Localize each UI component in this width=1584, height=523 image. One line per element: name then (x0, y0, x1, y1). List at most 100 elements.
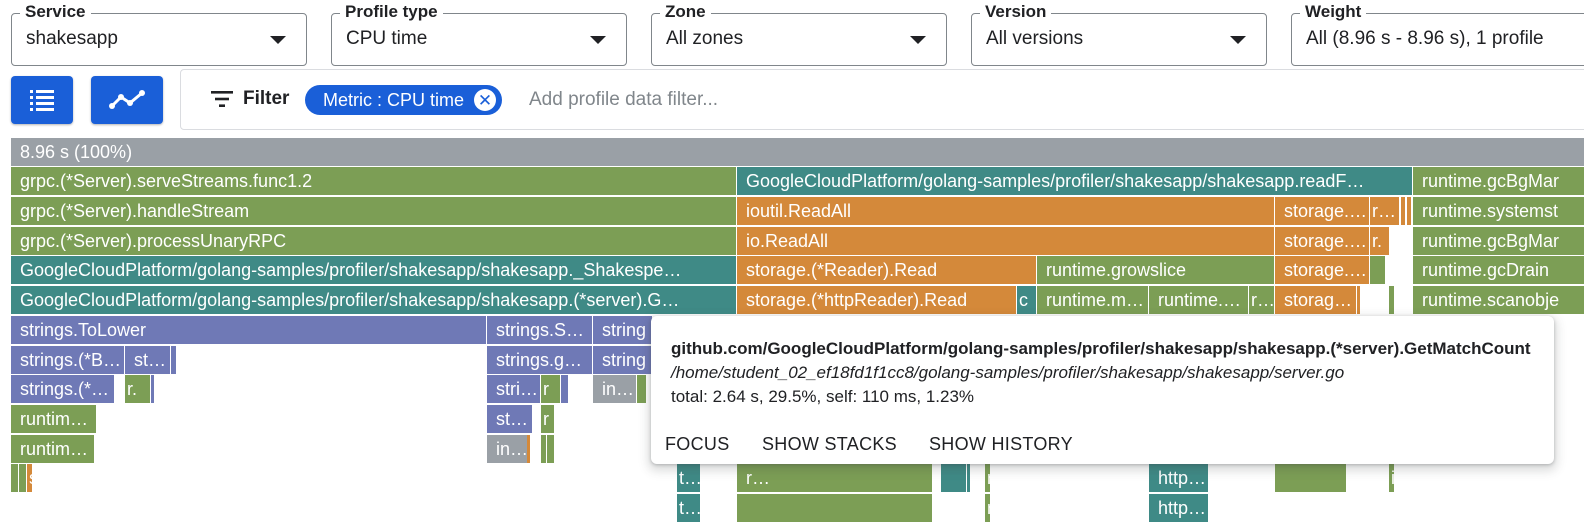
flame-frame[interactable]: r. (125, 375, 151, 404)
flame-frame[interactable]: in… (593, 375, 637, 404)
flame-frame[interactable] (1357, 286, 1361, 315)
profile-type-label: Profile type (340, 2, 443, 22)
flame-frame[interactable]: runtime.scanobje (1413, 286, 1584, 315)
flame-frame[interactable] (171, 346, 177, 375)
line-chart-icon (109, 90, 145, 109)
flame-frame[interactable]: strings.ge… (487, 346, 593, 375)
flame-frame[interactable]: st… (125, 346, 171, 375)
flame-frame[interactable]: GoogleCloudPlatform/golang-samples/profi… (11, 286, 737, 315)
flame-frame[interactable]: string (593, 316, 653, 345)
flame-frame[interactable]: tls.(*Conn).writeRec… (677, 494, 701, 523)
flame-frame[interactable]: string (593, 346, 653, 375)
flame-frame[interactable]: http.(… (1149, 464, 1209, 493)
service-select[interactable]: Service shakesapp (11, 2, 307, 66)
chip-key: Metric (323, 89, 372, 110)
focus-button[interactable]: FOCUS (665, 434, 730, 455)
flame-frame[interactable]: GoogleCloudPlatform/golang-samples/profi… (11, 256, 737, 285)
flame-frame[interactable] (19, 464, 27, 493)
flame-frame[interactable]: strings.(*B… (11, 346, 125, 375)
flame-frame[interactable]: r… (1370, 197, 1400, 226)
weight-label: Weight (1300, 2, 1367, 22)
zone-value: All zones (666, 28, 744, 49)
flame-frame[interactable]: runtime.growslice (1037, 256, 1275, 285)
flame-frame[interactable] (637, 375, 647, 404)
flame-root[interactable]: 8.96 s (100%) (11, 138, 1584, 167)
flame-frame[interactable]: r… (1249, 286, 1275, 315)
flame-frame[interactable]: i… (1389, 464, 1395, 493)
flame-frame[interactable]: runtime.systemst (1413, 197, 1584, 226)
service-label: Service (20, 2, 91, 22)
version-label: Version (980, 2, 1052, 22)
flame-frame[interactable] (561, 375, 569, 404)
flame-frame[interactable]: r (541, 405, 555, 434)
list-view-button[interactable] (11, 76, 73, 124)
chevron-down-icon (910, 36, 926, 44)
flame-frame[interactable]: storage.… (1275, 227, 1370, 256)
tooltip-file-path: /home/student_02_ef18fd1f1cc8/golang-sam… (671, 363, 1345, 382)
filter-icon (211, 91, 233, 107)
flame-frame[interactable] (941, 464, 967, 493)
flame-frame[interactable]: runtime.gcBgMar (1413, 227, 1584, 256)
flame-frame[interactable]: stri… (487, 375, 541, 404)
flame-frame[interactable] (1401, 197, 1406, 226)
filter-bar: Filter Metric : CPU time ✕ (180, 69, 1584, 130)
flame-frame[interactable]: storage.… (1275, 256, 1370, 285)
chevron-down-icon (270, 36, 286, 44)
flame-frame[interactable]: runt… (985, 464, 991, 493)
flame-frame[interactable] (547, 435, 555, 464)
flame-frame[interactable]: r (541, 375, 561, 404)
flame-frame[interactable]: runtime.… (1149, 286, 1249, 315)
flame-frame[interactable]: str… (487, 405, 533, 434)
flame-frame[interactable]: http.(… (1149, 494, 1209, 523)
flame-frame[interactable] (1389, 286, 1395, 315)
frame-tooltip: github.com/GoogleCloudPlatform/golang-sa… (651, 316, 1554, 464)
metric-filter-chip[interactable]: Metric : CPU time ✕ (305, 85, 503, 115)
flame-frame[interactable]: grpc.(*Server).handleStream (11, 197, 737, 226)
flame-frame[interactable]: runtim… (11, 405, 97, 434)
flame-frame[interactable]: grpc.(*Server).processUnaryRPC (11, 227, 737, 256)
filter-input[interactable] (527, 84, 1131, 116)
filter-button[interactable]: Filter (211, 88, 289, 110)
flame-frame[interactable]: storag… (1275, 286, 1357, 315)
flame-frame[interactable] (1370, 256, 1386, 285)
flame-frame[interactable]: storage.(*httpReader).Read (737, 286, 1017, 315)
flame-frame[interactable]: runtim… (11, 435, 95, 464)
profile-type-value: CPU time (346, 28, 428, 49)
filter-label: Filter (243, 88, 290, 109)
flame-frame[interactable]: tls.(*Conn).Write (677, 464, 701, 493)
flame-frame[interactable] (151, 375, 155, 404)
flame-frame[interactable]: runt… (985, 494, 991, 523)
flame-frame[interactable] (737, 494, 933, 523)
close-icon[interactable]: ✕ (474, 89, 497, 111)
flame-frame[interactable]: runtime.gcDrain (1413, 256, 1584, 285)
flame-frame[interactable] (527, 435, 531, 464)
flame-frame[interactable] (1407, 197, 1412, 226)
flame-frame[interactable]: storage.(*Reader).Read (737, 256, 1037, 285)
flame-frame[interactable]: GoogleCloudPlatform/golang-samples/profi… (737, 167, 1413, 196)
flame-frame[interactable]: storage.… (1275, 197, 1370, 226)
flame-frame[interactable]: grpc.(*Server).serveStreams.func1.2 (11, 167, 737, 196)
flame-frame[interactable]: runtime.m… (1037, 286, 1149, 315)
flame-frame[interactable]: s. (27, 464, 33, 493)
flame-frame[interactable]: c (1017, 286, 1037, 315)
show-stacks-button[interactable]: SHOW STACKS (762, 434, 897, 455)
flame-frame[interactable] (1275, 464, 1347, 493)
flame-frame[interactable]: in… (487, 435, 531, 464)
flame-frame[interactable]: strings.S… (487, 316, 593, 345)
list-icon (30, 90, 54, 111)
flame-frame[interactable]: runtime.gcBgMar (1413, 167, 1584, 196)
flame-frame[interactable]: ioutil.ReadAll (737, 197, 1275, 226)
flame-frame[interactable] (11, 464, 19, 493)
flame-frame[interactable]: r. (1370, 227, 1390, 256)
history-view-button[interactable] (91, 76, 163, 124)
flame-frame[interactable]: io.ReadAll (737, 227, 1275, 256)
zone-select[interactable]: Zone All zones (651, 2, 947, 66)
flame-frame[interactable]: strings.(*… (11, 375, 115, 404)
profile-type-select[interactable]: Profile type CPU time (331, 2, 627, 66)
flame-frame[interactable]: strings.ToLower (11, 316, 487, 345)
flame-frame[interactable] (967, 464, 971, 493)
version-select[interactable]: Version All versions (971, 2, 1267, 66)
flame-frame[interactable]: r… (737, 464, 933, 493)
weight-select[interactable]: Weight All (8.96 s - 8.96 s), 1 profile (1291, 2, 1584, 66)
show-history-button[interactable]: SHOW HISTORY (929, 434, 1073, 455)
